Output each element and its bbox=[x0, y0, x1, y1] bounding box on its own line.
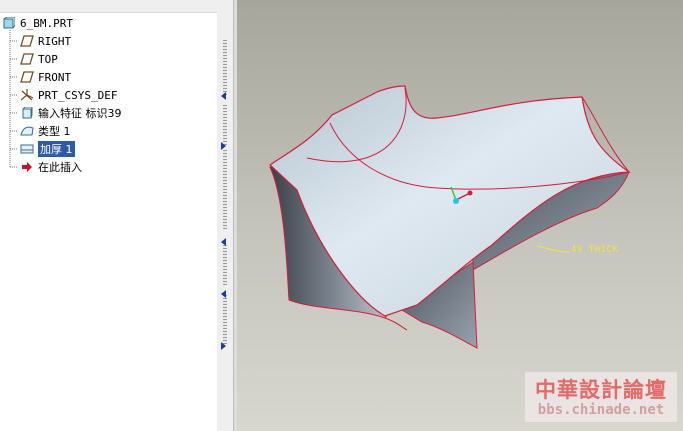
tree-item-thicken[interactable]: 加厚 1 bbox=[20, 141, 75, 157]
dimension-leader bbox=[536, 245, 571, 253]
collapse-left-icon[interactable] bbox=[221, 238, 226, 246]
splitter-grip[interactable] bbox=[223, 40, 227, 95]
thickness-dimension-label[interactable]: 49 THICK bbox=[571, 245, 618, 255]
tree-item-label: 加厚 1 bbox=[38, 141, 75, 157]
splitter-grip[interactable] bbox=[223, 105, 227, 145]
datum-plane-icon bbox=[20, 70, 34, 84]
edge-curve bbox=[384, 317, 408, 331]
tree-item-insert-here[interactable]: 在此插入 bbox=[20, 159, 82, 175]
triad-origin bbox=[453, 198, 459, 204]
splitter-grip[interactable] bbox=[223, 295, 227, 345]
triad-point bbox=[467, 190, 473, 196]
collapse-left-icon[interactable] bbox=[221, 290, 226, 298]
tree-item-label: PRT_CSYS_DEF bbox=[38, 88, 118, 102]
tree-item-right-plane[interactable]: RIGHT bbox=[20, 33, 71, 49]
thicken-icon bbox=[20, 142, 34, 156]
tree-item-top-plane[interactable]: TOP bbox=[20, 51, 58, 67]
watermark: 中華設計論壇 bbs.chinade.net bbox=[525, 372, 677, 422]
csys-icon bbox=[20, 88, 34, 102]
splitter-grip[interactable] bbox=[223, 150, 227, 230]
model-tree-panel: 6_BM.PRT RIGHT TOP FRONT PRT_CSYS_DEF 输入… bbox=[0, 0, 218, 431]
tree-item-label: RIGHT bbox=[38, 34, 72, 48]
tree-item-label: 在此插入 bbox=[38, 161, 82, 174]
tree-item-part[interactable]: 6_BM.PRT bbox=[2, 15, 73, 31]
expand-right-icon[interactable] bbox=[221, 142, 226, 150]
panel-splitter[interactable] bbox=[217, 0, 234, 431]
graphics-viewport[interactable] bbox=[237, 0, 683, 431]
tree-item-label: TOP bbox=[38, 52, 58, 66]
tree-item-csys[interactable]: PRT_CSYS_DEF bbox=[20, 87, 117, 103]
tree-item-surface[interactable]: 类型 1 bbox=[20, 123, 71, 139]
tree-item-front-plane[interactable]: FRONT bbox=[20, 69, 71, 85]
datum-plane-icon bbox=[20, 52, 34, 66]
tree-item-import-feature[interactable]: 输入特征 标识39 bbox=[20, 105, 122, 121]
import-feature-icon bbox=[20, 106, 34, 120]
splitter-grip[interactable] bbox=[223, 245, 227, 285]
model-geometry[interactable] bbox=[237, 0, 683, 431]
watermark-url: bbs.chinade.net bbox=[537, 402, 665, 418]
datum-plane-icon bbox=[20, 34, 34, 48]
tree-item-label: 6_BM.PRT bbox=[20, 16, 73, 30]
watermark-title: 中華設計論壇 bbox=[535, 378, 667, 402]
part-icon bbox=[2, 16, 16, 30]
collapse-left-icon[interactable] bbox=[221, 92, 226, 100]
surface-icon bbox=[20, 124, 34, 138]
insert-here-icon bbox=[20, 160, 34, 174]
tree-item-label: 类型 1 bbox=[38, 125, 71, 138]
tree-item-label: FRONT bbox=[38, 70, 72, 84]
tree-item-label: 输入特征 标识39 bbox=[38, 107, 122, 120]
expand-right-icon[interactable] bbox=[221, 342, 226, 350]
